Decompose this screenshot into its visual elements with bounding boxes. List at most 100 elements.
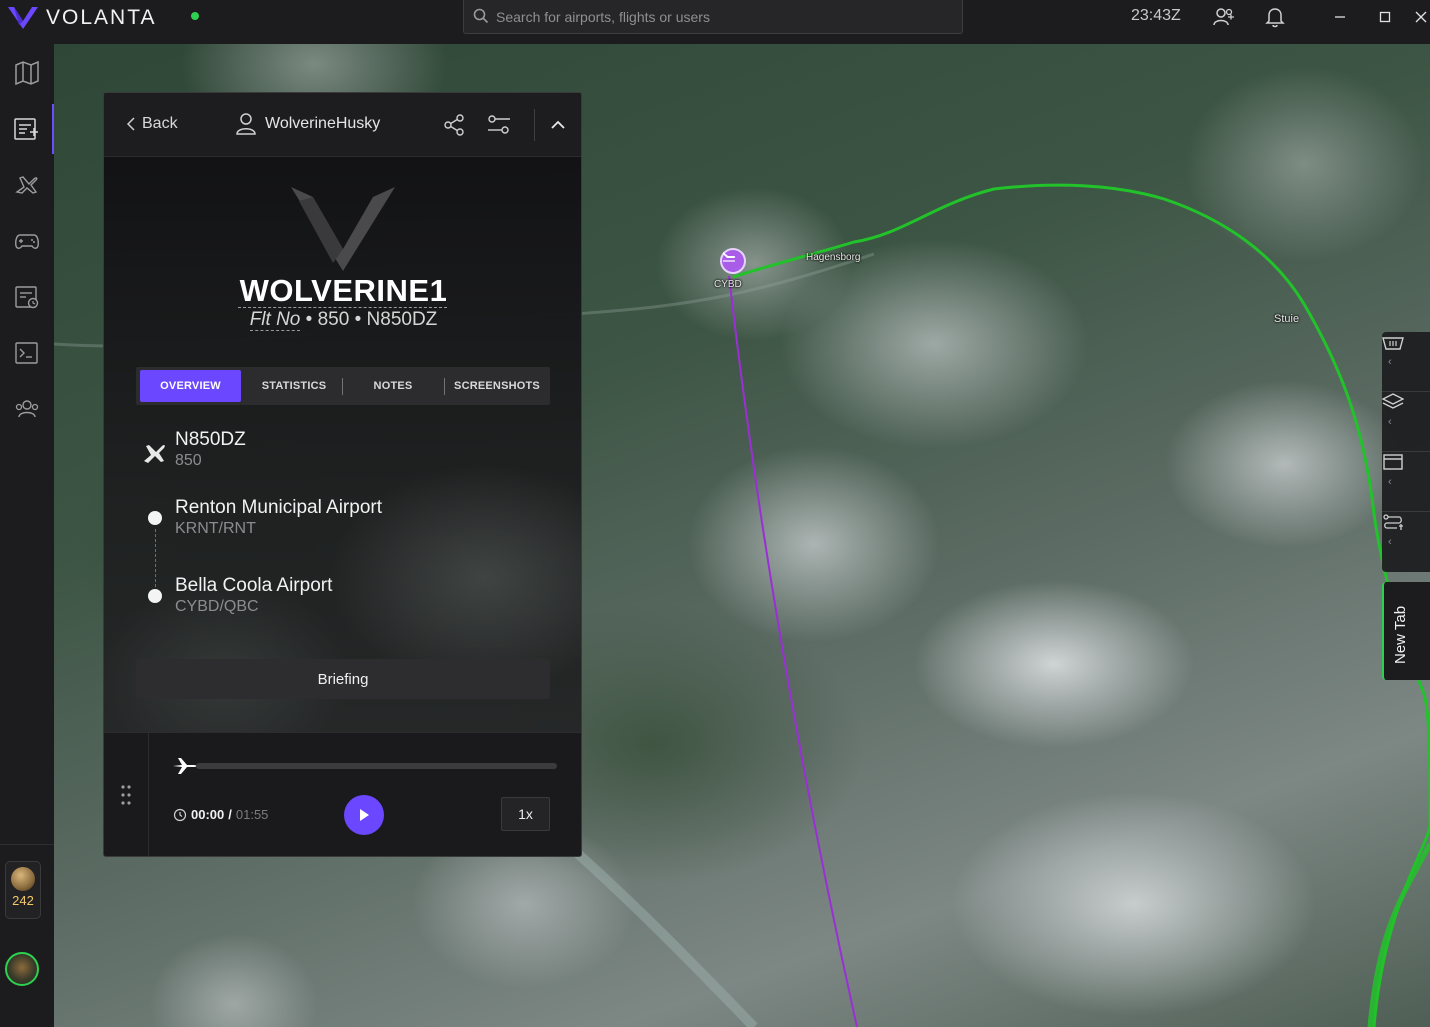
tab-screenshots[interactable]: SCREENSHOTS xyxy=(448,370,546,402)
total-time: 01:55 xyxy=(235,807,269,822)
registration: N850DZ xyxy=(366,309,438,330)
points-count: 242 xyxy=(12,893,34,908)
chevron-left-icon: ‹ xyxy=(1388,536,1392,548)
arrival-airport-codes: CYBD/QBC xyxy=(175,598,259,615)
online-status-dot xyxy=(191,12,199,20)
bell-icon[interactable] xyxy=(1262,4,1288,30)
nav-logbook[interactable] xyxy=(0,272,54,322)
new-tab-button[interactable]: New Tab xyxy=(1382,582,1430,680)
pilot-name: WolverineHusky xyxy=(265,115,381,132)
layers-icon xyxy=(1382,393,1404,409)
replay-scrubber[interactable] xyxy=(196,763,557,769)
time-separator: / xyxy=(228,807,232,822)
friends-icon[interactable] xyxy=(1211,4,1237,30)
separator: • xyxy=(305,309,313,330)
terminal-icon xyxy=(15,342,38,364)
user-avatar[interactable] xyxy=(5,952,39,986)
brand-name: VOLANTA xyxy=(46,6,157,29)
departure-airport-codes: KRNT/RNT xyxy=(175,520,256,537)
tool-layers[interactable]: ‹ xyxy=(1382,392,1430,452)
airplane-scrubber-icon[interactable] xyxy=(172,755,198,777)
left-navigation-rail: 242 xyxy=(0,44,54,1027)
arrival-airport-name[interactable]: Bella Coola Airport xyxy=(175,575,332,597)
back-button[interactable]: Back xyxy=(126,115,178,133)
minimize-icon xyxy=(1335,16,1345,18)
nav-flight-planning[interactable] xyxy=(0,104,54,154)
logbook-icon xyxy=(15,286,39,309)
new-tab-label: New Tab xyxy=(1392,605,1409,664)
nav-simulator[interactable] xyxy=(0,216,54,266)
points-badge[interactable]: 242 xyxy=(5,861,41,919)
separator: • xyxy=(354,309,362,330)
briefing-button[interactable]: Briefing xyxy=(136,659,550,699)
town-label: Hagensborg xyxy=(806,252,861,263)
flight-plan-icon xyxy=(14,118,38,140)
volanta-logo xyxy=(8,7,38,29)
nav-route[interactable] xyxy=(0,328,54,378)
arrival-dot xyxy=(148,589,162,603)
replay-time: 00:00 / 01:55 xyxy=(173,807,268,822)
close-button[interactable] xyxy=(1412,4,1430,30)
playback-speed-button[interactable]: 1x xyxy=(501,797,550,831)
history-icon xyxy=(173,808,187,821)
chevron-up-icon xyxy=(551,120,565,129)
drag-handle-icon[interactable] xyxy=(118,783,134,807)
planned-route xyxy=(732,183,1430,1027)
maximize-button[interactable] xyxy=(1372,4,1398,30)
aircraft-flight-number: 850 xyxy=(175,452,202,469)
share-button[interactable] xyxy=(440,111,468,139)
nav-flights[interactable] xyxy=(0,160,54,210)
rail-divider xyxy=(0,844,54,845)
tool-route[interactable]: ‹ xyxy=(1382,512,1430,572)
pilot-link[interactable]: WolverineHusky xyxy=(235,112,380,136)
chevron-left-icon xyxy=(126,117,135,131)
search-bar[interactable] xyxy=(463,0,963,34)
header-divider xyxy=(534,109,535,141)
airport-label: CYBD xyxy=(714,279,742,290)
tool-shop[interactable]: ‹ xyxy=(1382,332,1430,392)
play-button[interactable] xyxy=(344,795,384,835)
user-icon xyxy=(236,113,256,135)
player-divider xyxy=(148,733,149,856)
medal-icon xyxy=(11,867,35,891)
sliders-icon xyxy=(488,115,510,134)
filter-settings-button[interactable] xyxy=(485,111,513,139)
map-tools: ‹ ‹ ‹ ‹ xyxy=(1382,332,1430,572)
tool-window[interactable]: ‹ xyxy=(1382,452,1430,512)
nav-map[interactable] xyxy=(0,48,54,98)
volanta-watermark-logo xyxy=(291,187,395,271)
search-input[interactable] xyxy=(496,6,946,28)
window-icon xyxy=(1383,454,1403,470)
share-icon xyxy=(444,114,464,136)
landing-icon xyxy=(723,252,736,262)
collapse-button[interactable] xyxy=(544,111,572,139)
flight-subline: Flt No • 850 • N850DZ xyxy=(104,309,581,331)
tab-overview[interactable]: OVERVIEW xyxy=(140,370,241,402)
search-icon xyxy=(473,8,489,24)
utc-clock: 23:43Z xyxy=(1131,7,1181,24)
minimize-button[interactable] xyxy=(1327,4,1353,30)
flights-icon xyxy=(15,176,38,194)
back-label: Back xyxy=(142,115,178,132)
flt-no-label[interactable]: Flt No xyxy=(249,309,301,331)
tab-divider xyxy=(444,378,445,395)
aircraft-registration: N850DZ xyxy=(175,429,246,450)
nav-community[interactable] xyxy=(0,384,54,434)
community-icon xyxy=(15,400,39,418)
callsign-underline xyxy=(238,307,447,308)
route-connector xyxy=(155,529,156,587)
title-bar: VOLANTA 23:43Z xyxy=(0,0,1430,44)
callsign: WOLVERINE1 xyxy=(239,273,448,308)
chevron-left-icon: ‹ xyxy=(1388,355,1392,368)
play-icon xyxy=(360,809,369,821)
gamepad-icon xyxy=(15,234,39,249)
chevron-left-icon: ‹ xyxy=(1388,475,1392,488)
tab-notes[interactable]: NOTES xyxy=(348,370,438,402)
town-label: Stuie xyxy=(1274,313,1300,325)
panel-header: Back WolverineHusky xyxy=(104,93,581,157)
maximize-icon xyxy=(1379,11,1391,23)
map-icon xyxy=(15,60,39,86)
departure-airport-name[interactable]: Renton Municipal Airport xyxy=(175,497,382,519)
tab-statistics[interactable]: STATISTICS xyxy=(248,370,340,402)
airport-marker-cybd[interactable] xyxy=(720,248,746,274)
